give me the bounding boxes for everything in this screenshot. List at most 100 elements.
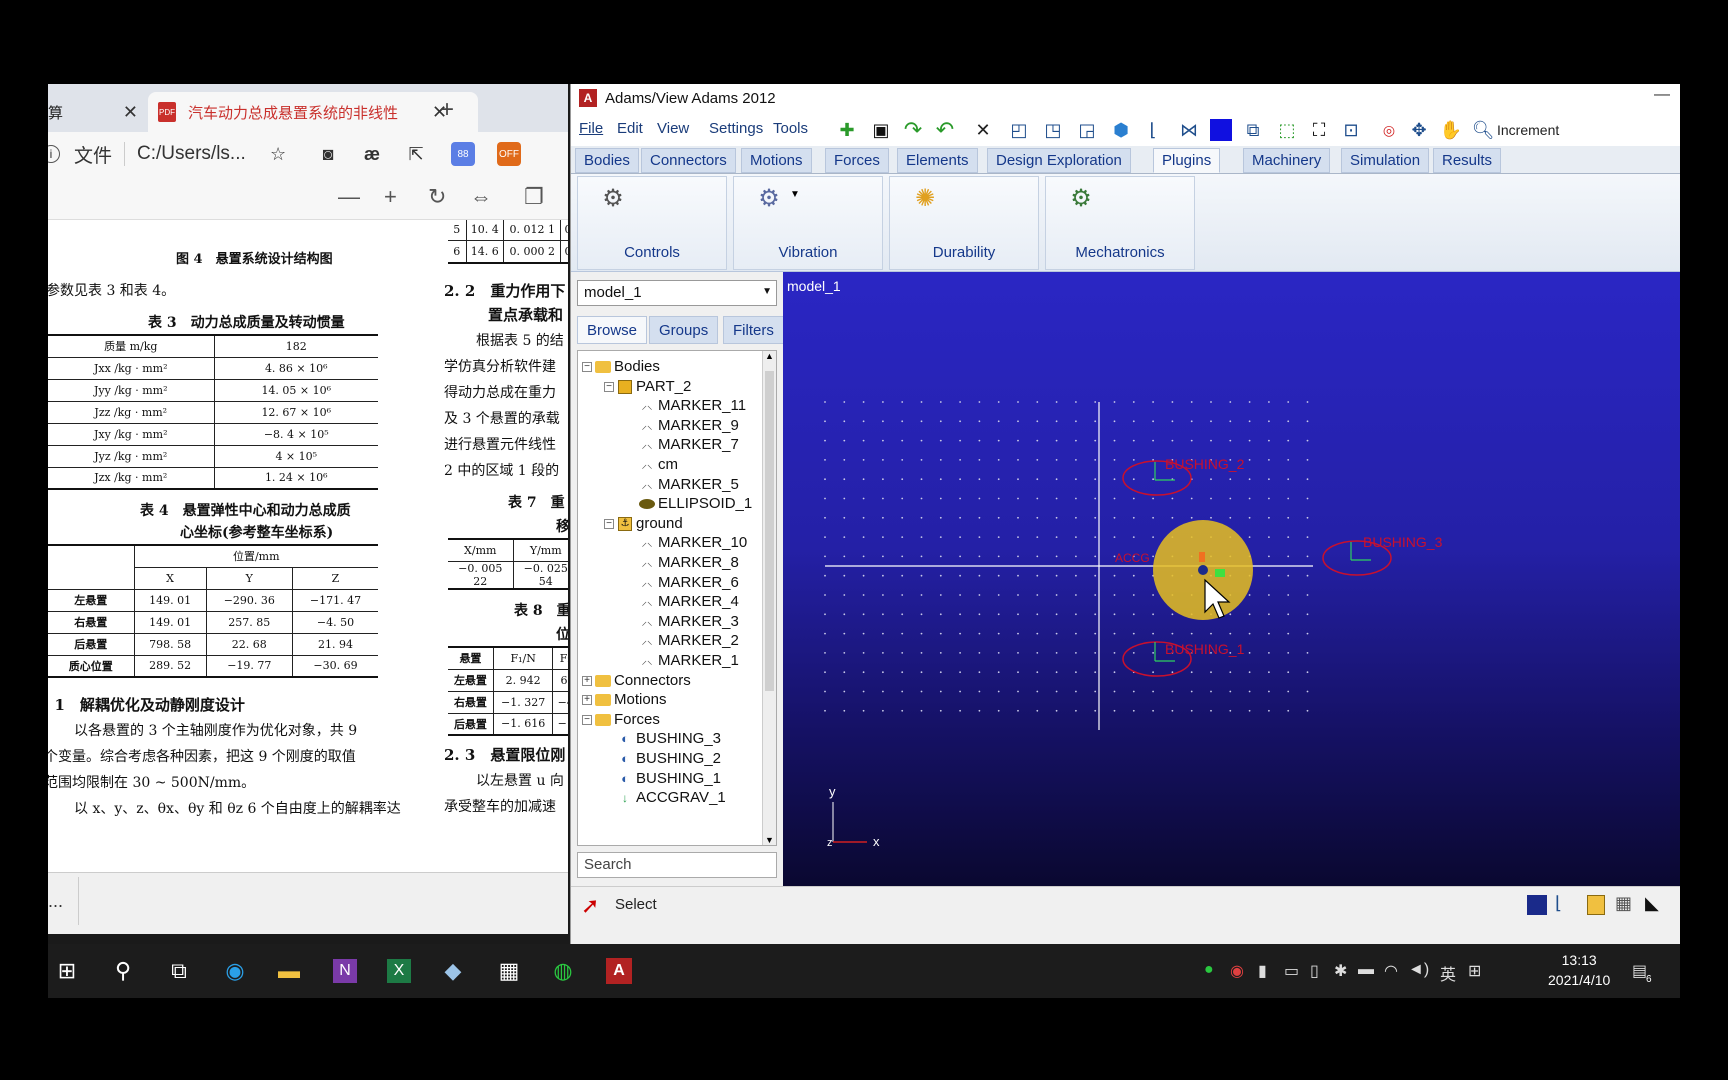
tab-close-icon[interactable]: ✕ <box>123 102 138 123</box>
coordinate-system-icon[interactable]: ⌊ <box>1139 116 1167 144</box>
rotate-view-icon[interactable]: ✥ <box>1405 116 1433 144</box>
battery-icon[interactable]: ▬ <box>1358 961 1374 979</box>
ae-extension-icon[interactable]: æ <box>359 144 385 165</box>
tree-item-marker-10[interactable]: ⸝⸜ MARKER_10 <box>638 533 748 553</box>
tree-item-marker-1[interactable]: ⸝⸜ MARKER_1 <box>638 651 739 671</box>
adams-taskbar-icon[interactable]: A <box>604 956 634 986</box>
undo-icon[interactable]: ↶ <box>931 116 959 144</box>
tree-item-ellipsoid-1[interactable]: ELLIPSOID_1 <box>638 494 752 514</box>
tab-elements[interactable]: Elements <box>897 148 978 173</box>
durability-icon[interactable]: ✺ <box>910 183 940 213</box>
tab-browse[interactable]: Browse <box>577 316 648 344</box>
tab-motions[interactable]: Motions <box>741 148 812 173</box>
tree-item-marker-3[interactable]: ⸝⸜ MARKER_3 <box>638 612 739 632</box>
ribbon-group-durability[interactable]: ✺ Durability <box>889 176 1039 270</box>
display-tray-icon[interactable]: ▭ <box>1284 961 1299 981</box>
collapse-icon[interactable]: − <box>582 362 592 372</box>
iso-view-icon[interactable]: ⬢ <box>1107 116 1135 144</box>
task-view-icon[interactable]: ⧉ <box>164 956 194 986</box>
dropdown-arrow-icon[interactable]: ▼ <box>790 189 800 200</box>
zoom-out-button[interactable]: — <box>338 184 360 210</box>
notification-center-icon[interactable]: ▤ <box>1632 961 1647 981</box>
ime-indicator[interactable]: 英 <box>1440 961 1456 985</box>
tree-item-marker-4[interactable]: ⸝⸜ MARKER_4 <box>638 592 739 612</box>
tree-item-bodies[interactable]: − Bodies <box>582 357 660 377</box>
tree-item-forces[interactable]: − Forces <box>582 710 660 730</box>
pen-app-icon[interactable]: ◆ <box>438 956 468 986</box>
cursor-extension-icon[interactable]: ⇱ <box>403 144 429 165</box>
tree-item-marker-8[interactable]: ⸝⸜ MARKER_8 <box>638 553 739 573</box>
fit-icon[interactable]: ⬚ <box>1273 116 1301 144</box>
tree-item-bushing-1[interactable]: ◐ BUSHING_1 <box>616 769 721 789</box>
menu-edit[interactable]: Edit <box>617 120 643 137</box>
tab-results[interactable]: Results <box>1433 148 1502 173</box>
keyboard-layout-icon[interactable]: ⊞ <box>1468 961 1481 981</box>
tab-forces[interactable]: Forces <box>825 148 889 173</box>
viewport-canvas[interactable]: BUSHING_2 BUSHING_3 BUSHING_1 ACCG y x z <box>783 272 1680 886</box>
side-view-icon[interactable]: ◳ <box>1039 116 1067 144</box>
browser-tab-1[interactable]: 算 ✕ <box>48 92 138 132</box>
tree-item-marker-5[interactable]: ⸝⸜ MARKER_5 <box>638 475 739 495</box>
search-icon[interactable]: ⚲ <box>108 956 138 986</box>
minimize-icon[interactable]: — <box>1654 86 1670 104</box>
tab-machinery[interactable]: Machinery <box>1243 148 1331 173</box>
ribbon-group-vibration[interactable]: ⚙ ▼ Vibration <box>733 176 883 270</box>
info-icon[interactable]: i <box>48 145 60 163</box>
tree-item-bushing-2[interactable]: ◐ BUSHING_2 <box>616 749 721 769</box>
scroll-up-icon[interactable]: ▲ <box>765 351 774 361</box>
render-mode-icon[interactable] <box>1207 116 1235 144</box>
recording-tray-icon[interactable]: ◉ <box>1230 961 1244 981</box>
fit-width-icon[interactable]: ⇔ <box>470 184 492 210</box>
ellipsoid-center[interactable] <box>1198 565 1208 575</box>
part-handle[interactable] <box>1215 569 1225 577</box>
collapse-icon[interactable]: − <box>604 381 614 392</box>
select-tool-icon[interactable]: ➚ <box>581 893 599 919</box>
microphone-icon[interactable]: ▮ <box>1258 961 1267 981</box>
front-view-icon[interactable]: ◰ <box>1005 116 1033 144</box>
zoom-fit-icon[interactable]: ⛶ <box>1305 116 1333 144</box>
zoom-box-icon[interactable]: ⊡ <box>1337 116 1365 144</box>
scroll-down-icon[interactable]: ▼ <box>765 835 774 845</box>
wifi-icon[interactable]: ◠ <box>1384 961 1398 981</box>
start-button[interactable]: ⊞ <box>52 956 82 986</box>
more-dots[interactable]: ... <box>48 891 63 912</box>
tree-item-marker-7[interactable]: ⸝⸜ MARKER_7 <box>638 435 739 455</box>
collapse-icon[interactable]: − <box>582 714 592 725</box>
url-input[interactable]: C:/Users/ls... <box>137 143 247 165</box>
tree-item-marker-6[interactable]: ⸝⸜ MARKER_6 <box>638 573 739 593</box>
view-toggle-icon[interactable]: ⧉ <box>1239 116 1267 144</box>
tree-item-ground[interactable]: − ⚓ ground <box>604 514 683 534</box>
tab-design-exploration[interactable]: Design Exploration <box>987 148 1131 173</box>
force-handle[interactable] <box>1199 552 1205 562</box>
coordinate-icon[interactable]: ⌊ <box>1555 893 1562 914</box>
bluetooth-icon[interactable]: ✱ <box>1334 961 1347 981</box>
menu-tools[interactable]: Tools <box>773 120 808 137</box>
collapse-icon[interactable]: − <box>604 518 614 529</box>
icons-toggle-icon[interactable]: ⋈ <box>1175 116 1203 144</box>
notes-icon[interactable] <box>1587 895 1605 915</box>
browser-tab-2[interactable]: PDF 汽车动力总成悬置系统的非线性 ✕ <box>148 92 478 132</box>
tab-plugins[interactable]: Plugins <box>1153 148 1221 173</box>
search-input[interactable]: Search <box>577 852 777 878</box>
tools-icon[interactable]: ✕ <box>969 116 997 144</box>
tree-item-marker-9[interactable]: ⸝⸜ MARKER_9 <box>638 416 739 436</box>
tree-item-part-2[interactable]: − PART_2 <box>604 377 691 397</box>
scroll-thumb[interactable] <box>765 371 774 691</box>
chevron-down-icon[interactable]: ▼ <box>762 286 772 297</box>
favorite-add-icon[interactable]: ☆ <box>265 144 291 165</box>
center-icon[interactable]: ◎ <box>1375 116 1403 144</box>
tree-item-cm[interactable]: ⸝⸜ cm <box>638 455 679 475</box>
tree-item-marker-2[interactable]: ⸝⸜ MARKER_2 <box>638 631 739 651</box>
system-clock[interactable]: 13:13 2021/4/10 <box>1548 950 1610 990</box>
save-icon[interactable]: ▣ <box>867 116 895 144</box>
menu-file[interactable]: File <box>579 120 603 137</box>
zoom-icon[interactable]: 🔍︎ <box>1469 116 1497 144</box>
tree-item-bushing-3[interactable]: ◐ BUSHING_3 <box>616 729 721 749</box>
tab-bodies[interactable]: Bodies <box>575 148 639 173</box>
tree-scrollbar[interactable]: ▲ ▼ <box>762 351 776 845</box>
excel-icon[interactable]: X <box>384 956 414 986</box>
ribbon-group-controls[interactable]: ⚙ Controls <box>577 176 727 270</box>
model-select[interactable]: model_1 ▼ <box>577 280 777 306</box>
vibration-icon[interactable]: ⚙ <box>754 183 784 213</box>
tree-item-motions[interactable]: + Motions <box>582 690 667 710</box>
